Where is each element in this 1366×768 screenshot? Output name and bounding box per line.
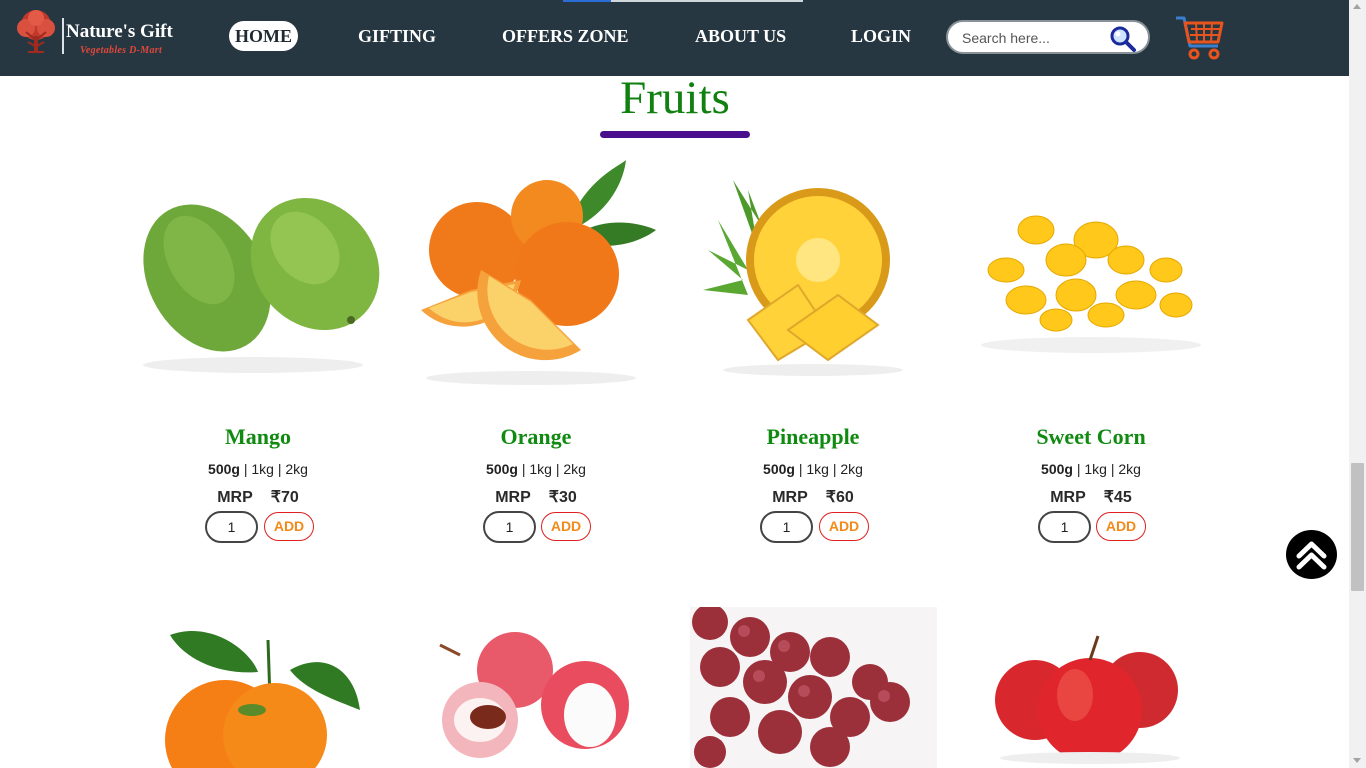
sweet-corn-image[interactable] — [966, 160, 1216, 400]
scroll-up-arrow-icon[interactable] — [1353, 4, 1361, 9]
weight-selected: 500g — [208, 461, 240, 477]
weight-others: | 1kg | 2kg — [794, 461, 863, 477]
weight-options[interactable]: 500g | 1kg | 2kg — [966, 461, 1216, 477]
mrp-label: MRP — [1050, 489, 1086, 506]
mrp-label: MRP — [217, 489, 253, 506]
weight-selected: 500g — [486, 461, 518, 477]
logo-divider — [62, 18, 64, 54]
product-name: Pineapple — [766, 424, 860, 449]
weight-others: | 1kg | 2kg — [1072, 461, 1141, 477]
tangerine-image[interactable] — [140, 610, 380, 768]
quantity-input[interactable] — [483, 511, 536, 543]
weight-selected: 500g — [1041, 461, 1073, 477]
page-scrollbar[interactable] — [1349, 0, 1366, 768]
product-price: MRP ₹30 — [411, 487, 661, 507]
weight-others: | 1kg | 2kg — [239, 461, 308, 477]
nav-login[interactable]: LOGIN — [851, 21, 911, 51]
product-price: MRP ₹70 — [133, 487, 383, 507]
weight-options[interactable]: 500g | 1kg | 2kg — [688, 461, 938, 477]
lychee-image[interactable] — [420, 625, 650, 768]
top-loading-bar — [563, 0, 803, 2]
tree-logo-icon — [17, 10, 55, 53]
add-button[interactable]: ADD — [1096, 512, 1146, 541]
weight-options[interactable]: 500g | 1kg | 2kg — [133, 461, 383, 477]
double-chevron-up-icon — [1296, 541, 1327, 570]
nav-gifting[interactable]: GIFTING — [358, 21, 436, 51]
header: Nature's Gift Vegetables D-Mart HOME GIF… — [0, 0, 1349, 76]
quantity-input[interactable] — [1038, 511, 1091, 543]
product-price: MRP ₹45 — [966, 487, 1216, 507]
brand-name: Nature's Gift — [66, 21, 173, 42]
search-box — [946, 20, 1150, 54]
product-name: Sweet Corn — [1036, 424, 1146, 449]
grapes-image[interactable] — [690, 607, 937, 768]
search-icon[interactable] — [1108, 24, 1138, 54]
price-value: ₹60 — [825, 489, 854, 506]
section-title: Fruits — [620, 72, 730, 124]
product-name: Mango — [225, 424, 291, 449]
scroll-to-top-button[interactable] — [1286, 530, 1337, 579]
price-value: ₹70 — [270, 489, 299, 506]
search-input[interactable] — [962, 29, 1112, 47]
product-price: MRP ₹60 — [688, 487, 938, 507]
brand-logo[interactable]: Nature's Gift Vegetables D-Mart — [12, 8, 192, 60]
brand-tagline: Vegetables D-Mart — [80, 45, 163, 56]
scrollbar-thumb[interactable] — [1351, 463, 1364, 591]
weight-selected: 500g — [763, 461, 795, 477]
price-value: ₹45 — [1103, 489, 1132, 506]
add-button[interactable]: ADD — [264, 512, 314, 541]
weight-others: | 1kg | 2kg — [517, 461, 586, 477]
nav-offers-zone[interactable]: OFFERS ZONE — [502, 21, 629, 51]
nav-about-us[interactable]: ABOUT US — [695, 21, 786, 51]
weight-options[interactable]: 500g | 1kg | 2kg — [411, 461, 661, 477]
quantity-input[interactable] — [760, 511, 813, 543]
quantity-input[interactable] — [205, 511, 258, 543]
price-value: ₹30 — [548, 489, 577, 506]
apple-image[interactable] — [990, 630, 1190, 768]
mrp-label: MRP — [772, 489, 808, 506]
add-button[interactable]: ADD — [819, 512, 869, 541]
shopping-cart-icon[interactable] — [1174, 12, 1226, 62]
add-button[interactable]: ADD — [541, 512, 591, 541]
orange-image[interactable] — [411, 160, 661, 400]
pineapple-image[interactable] — [688, 160, 938, 400]
mango-image[interactable] — [133, 160, 383, 400]
product-name: Orange — [500, 424, 572, 449]
nav-home[interactable]: HOME — [229, 21, 298, 51]
mrp-label: MRP — [495, 489, 531, 506]
title-underline — [600, 131, 750, 138]
scroll-down-arrow-icon[interactable] — [1353, 758, 1361, 763]
